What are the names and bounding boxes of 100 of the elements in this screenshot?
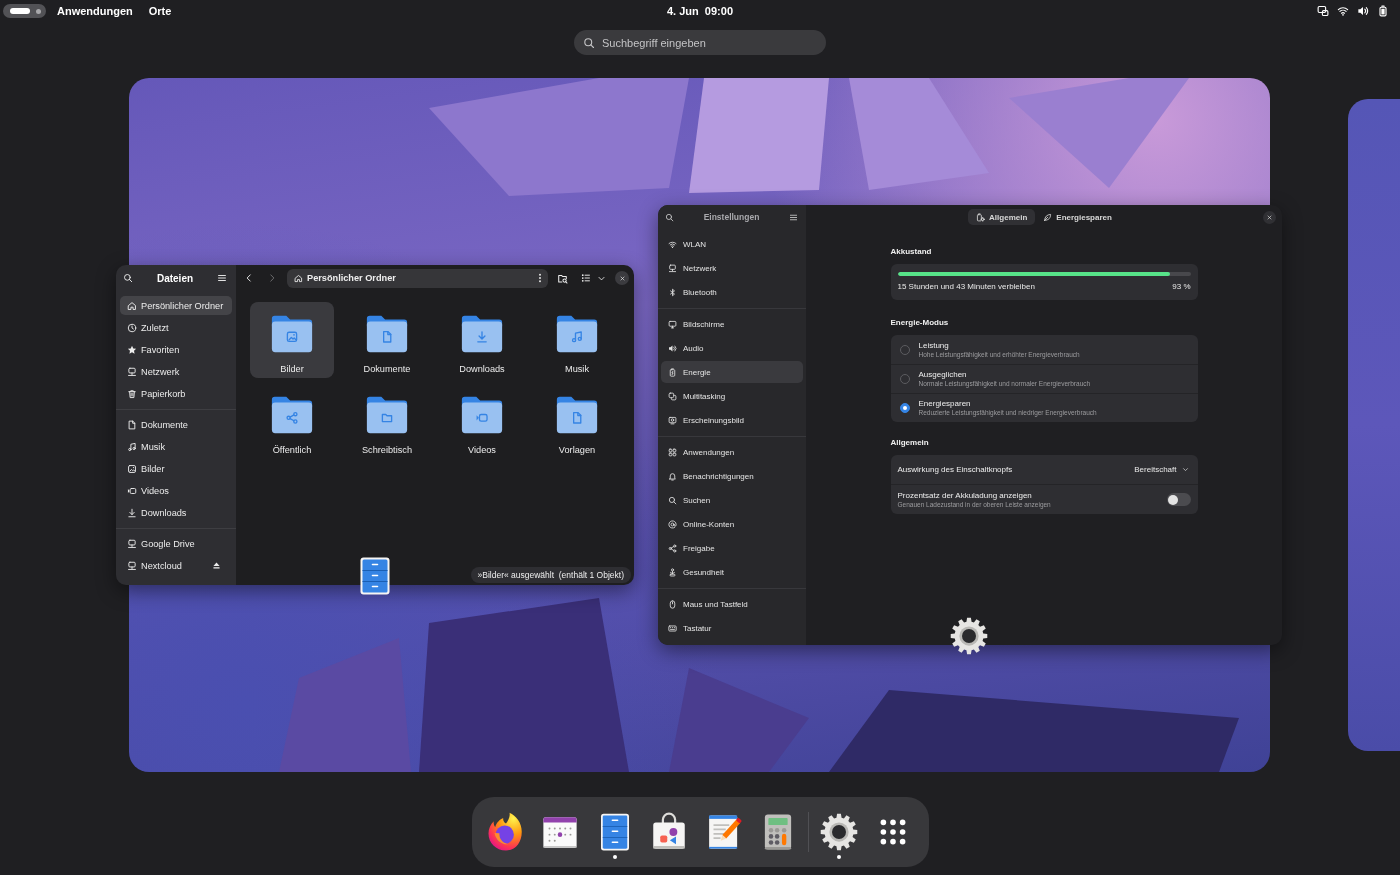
sidebar-item[interactable]: Google Drive xyxy=(120,534,232,553)
path-bar[interactable]: Persönlicher Ordner xyxy=(287,268,548,288)
radio-button[interactable] xyxy=(899,403,910,413)
chevron-right-icon[interactable] xyxy=(267,273,277,283)
sidebar-item[interactable]: Audio xyxy=(661,337,803,359)
sidebar-item[interactable]: Papierkorb xyxy=(120,384,232,403)
wifi-icon[interactable] xyxy=(1337,5,1349,17)
folder-item[interactable]: Downloads xyxy=(440,302,524,378)
sidebar-item[interactable]: Downloads xyxy=(120,503,232,522)
sidebar-item[interactable]: WLAN xyxy=(661,233,803,255)
tab[interactable]: Energiesparen xyxy=(1035,209,1120,225)
sidebar-item[interactable]: Persönlicher Ordner xyxy=(120,296,232,315)
sidebar-item[interactable]: Energie xyxy=(661,361,803,383)
close-icon xyxy=(618,274,626,282)
monitor-circle-icon xyxy=(668,415,677,425)
dropdown-button[interactable]: Bereitschaft xyxy=(1134,465,1191,474)
document-icon xyxy=(127,419,137,430)
folder-item[interactable]: Musik xyxy=(535,302,619,378)
star-icon xyxy=(127,344,137,355)
wifi-icon xyxy=(668,239,677,249)
sidebar-item[interactable]: Anwendungen xyxy=(661,441,803,463)
sidebar-item[interactable]: Benachrichtigungen xyxy=(661,465,803,487)
top-bar-menu[interactable]: Orte xyxy=(140,2,180,20)
image-icon xyxy=(127,463,137,474)
screen-icon[interactable] xyxy=(1317,5,1329,17)
sidebar-item[interactable]: Freigabe xyxy=(661,537,803,559)
speaker-icon[interactable] xyxy=(1357,5,1369,17)
sidebar-item[interactable]: Maus und Tastfeld xyxy=(661,593,803,615)
window-title: Einstellungen xyxy=(703,212,760,222)
folder-search-icon[interactable] xyxy=(557,272,568,284)
battery-icon[interactable] xyxy=(1377,5,1389,17)
search-icon[interactable] xyxy=(665,212,674,222)
status-message: »Bilder« ausgewählt (enthält 1 Objekt) xyxy=(470,567,631,583)
download-icon xyxy=(127,507,137,518)
app-grid-icon xyxy=(668,447,677,457)
sidebar-item[interactable]: Favoriten xyxy=(120,340,232,359)
chevron-left-icon[interactable] xyxy=(244,273,254,283)
sidebar-item[interactable]: Musik xyxy=(120,437,232,456)
folder-item[interactable]: Bilder xyxy=(250,302,334,378)
sidebar-item[interactable]: Bildschirme xyxy=(661,313,803,335)
toggle-switch[interactable] xyxy=(1166,493,1191,506)
window-title: Dateien xyxy=(156,272,194,284)
folder-item[interactable]: Schreibtisch xyxy=(345,383,429,459)
sidebar-item[interactable]: Suchen xyxy=(661,489,803,511)
sidebar-item[interactable]: Gesundheit xyxy=(661,561,803,583)
close-button[interactable] xyxy=(1263,210,1276,224)
list-view-icon[interactable] xyxy=(581,273,591,283)
option-title: Ausgeglichen xyxy=(918,370,968,380)
computer-icon xyxy=(668,263,677,273)
setting-label: Auswirkung des Einschaltknopfs xyxy=(897,464,1013,475)
keyboard-icon xyxy=(668,623,677,633)
gear-icon xyxy=(948,615,990,657)
close-button[interactable] xyxy=(615,271,629,285)
leaf-icon xyxy=(1043,212,1053,222)
sidebar-item[interactable]: Netzwerk xyxy=(120,362,232,381)
battery-remaining-text: 15 Stunden und 43 Minuten verbleiben xyxy=(897,282,1035,292)
file-cabinet-icon xyxy=(360,557,390,595)
sidebar-item[interactable]: Online-Konten xyxy=(661,513,803,535)
top-bar-menu[interactable]: Anwendungen xyxy=(49,2,141,20)
folder-item[interactable]: Öffentlich xyxy=(250,383,334,459)
menu-icon[interactable] xyxy=(789,212,798,222)
bluetooth-icon xyxy=(668,287,677,297)
sidebar-item[interactable]: Nextcloud xyxy=(120,556,232,575)
search-icon[interactable] xyxy=(123,273,133,283)
eject-icon[interactable] xyxy=(212,561,221,570)
share-icon xyxy=(668,543,677,553)
folder-item[interactable]: Dokumente xyxy=(345,302,429,378)
bell-icon xyxy=(668,471,677,481)
display-icon xyxy=(668,319,677,329)
setting-label: Prozentsatz der Akkuladung anzeigen xyxy=(897,490,1033,501)
search-field[interactable]: Suchbegriff eingeben xyxy=(574,30,826,55)
sidebar-item[interactable]: Videos xyxy=(120,481,232,500)
activities-button[interactable] xyxy=(3,4,46,18)
speaker-icon xyxy=(668,343,677,353)
option-title: Energiesparen xyxy=(918,399,972,409)
person-icon xyxy=(668,567,677,577)
sidebar-item[interactable]: Tastatur xyxy=(661,617,803,639)
chevron-down-icon xyxy=(1181,466,1189,473)
menu-icon[interactable] xyxy=(217,273,227,283)
sidebar-item[interactable]: Dokumente xyxy=(120,415,232,434)
sidebar-item[interactable]: Netzwerk xyxy=(661,257,803,279)
folder-item[interactable]: Vorlagen xyxy=(535,383,619,459)
search-icon xyxy=(668,495,677,505)
at-sign-icon xyxy=(668,519,677,529)
home-icon xyxy=(127,300,137,311)
folder-item[interactable]: Videos xyxy=(440,383,524,459)
sidebar-item[interactable]: Multitasking xyxy=(661,385,803,407)
sidebar-item[interactable]: Zuletzt xyxy=(120,318,232,337)
video-camera-icon xyxy=(127,485,137,496)
mouse-icon xyxy=(668,599,677,609)
overlapping-squares-icon xyxy=(668,391,677,401)
trash-icon xyxy=(127,388,137,399)
sidebar-item[interactable]: Bilder xyxy=(120,459,232,478)
sidebar-item[interactable]: Bluetooth xyxy=(661,281,803,303)
computer-icon xyxy=(127,538,137,549)
sidebar-item[interactable]: Erscheinungsbild xyxy=(661,409,803,431)
computer-icon xyxy=(127,560,137,571)
computer-icon xyxy=(127,366,137,377)
tab[interactable]: Allgemein xyxy=(968,209,1036,225)
clock[interactable]: 4. Jun 09:00 xyxy=(658,2,741,20)
